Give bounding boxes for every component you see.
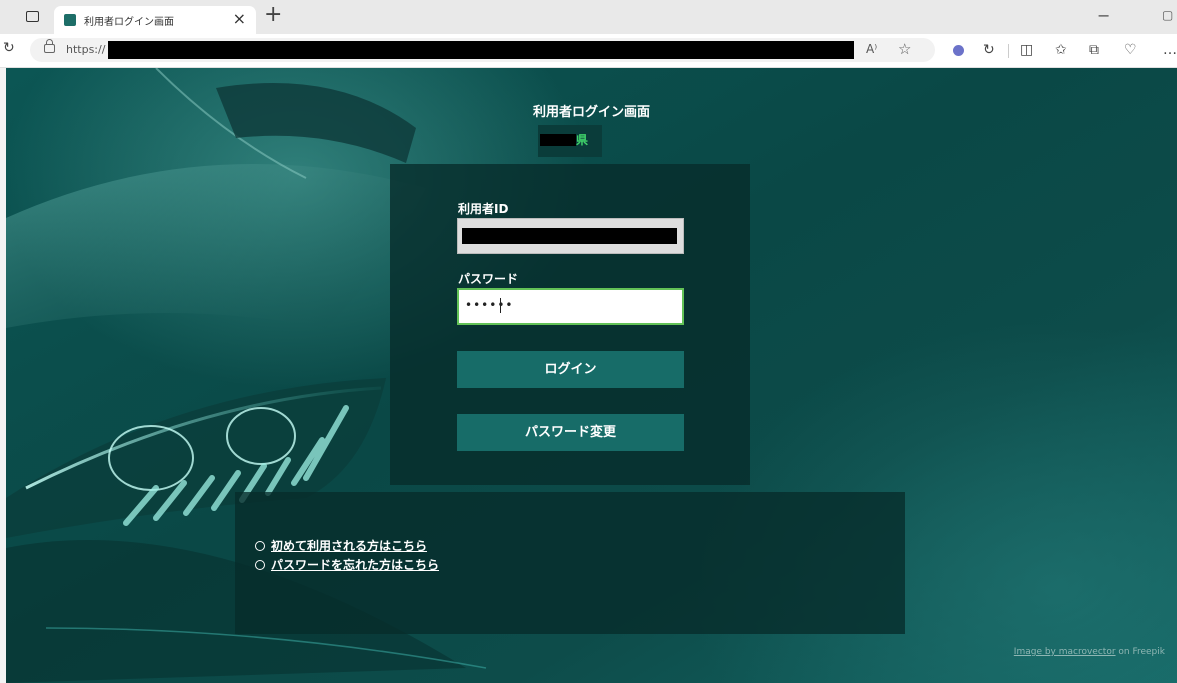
tab-close-icon[interactable]: × bbox=[233, 9, 246, 28]
restore-icon[interactable]: ▢ bbox=[1162, 8, 1173, 22]
prefecture-badge: 県 bbox=[538, 125, 602, 157]
prefecture-label: 県 bbox=[576, 133, 589, 147]
toolbar-separator bbox=[1008, 44, 1009, 58]
favorite-star-icon[interactable]: ☆ bbox=[898, 40, 911, 58]
read-aloud-icon[interactable]: A⁾ bbox=[866, 42, 877, 56]
login-page: 利用者ログイン画面 県 利用者ID パスワード •••••• ログイン パスワー… bbox=[6, 68, 1177, 683]
image-credit-suffix: on Freepik bbox=[1115, 647, 1165, 657]
browser-tab[interactable]: 利用者ログイン画面 × bbox=[54, 6, 256, 34]
password-value: •••••• bbox=[465, 298, 514, 312]
circle-bullet-icon bbox=[255, 541, 265, 551]
lock-icon[interactable] bbox=[44, 39, 55, 53]
collections-icon[interactable]: ⧉ bbox=[1089, 41, 1099, 59]
login-form-panel: 利用者ID パスワード •••••• ログイン パスワード変更 bbox=[390, 164, 750, 485]
more-icon[interactable]: … bbox=[1163, 41, 1177, 59]
browser-tab-bar: 利用者ログイン画面 × + − ▢ bbox=[0, 0, 1177, 34]
change-password-button[interactable]: パスワード変更 bbox=[457, 414, 684, 451]
first-time-link-row: 初めて利用される方はこちら bbox=[255, 537, 427, 554]
userid-redaction bbox=[462, 228, 677, 244]
userid-input[interactable] bbox=[457, 218, 684, 254]
new-tab-icon[interactable]: + bbox=[264, 2, 282, 27]
forgot-password-link[interactable]: パスワードを忘れた方はこちら bbox=[271, 558, 439, 572]
login-button[interactable]: ログイン bbox=[457, 351, 684, 388]
tab-title: 利用者ログイン画面 bbox=[84, 17, 174, 28]
forgot-password-link-row: パスワードを忘れた方はこちら bbox=[255, 556, 439, 573]
password-input[interactable]: •••••• bbox=[457, 288, 684, 325]
browser-essentials-icon[interactable]: ♡ bbox=[1124, 41, 1137, 59]
circle-bullet-icon bbox=[255, 560, 265, 570]
prefecture-redaction bbox=[540, 134, 576, 146]
refresh-icon[interactable]: ↻ bbox=[3, 40, 15, 56]
address-bar[interactable]: https:// A⁾ ☆ bbox=[30, 38, 935, 62]
password-label: パスワード bbox=[458, 272, 519, 286]
refresh-page-icon[interactable]: ↻ bbox=[983, 41, 995, 59]
site-favicon-icon bbox=[64, 14, 76, 26]
text-caret bbox=[500, 298, 501, 313]
split-screen-icon[interactable]: ◫ bbox=[1020, 41, 1033, 59]
extension-icon[interactable] bbox=[953, 45, 964, 56]
userid-label: 利用者ID bbox=[458, 202, 509, 216]
first-time-link[interactable]: 初めて利用される方はこちら bbox=[271, 539, 427, 553]
page-title: 利用者ログイン画面 bbox=[532, 105, 650, 120]
url-text: https:// bbox=[66, 43, 106, 56]
minimize-icon[interactable]: − bbox=[1097, 6, 1110, 25]
tab-actions-icon[interactable] bbox=[26, 11, 39, 22]
image-credit-link[interactable]: Image by macrovector bbox=[1014, 647, 1116, 657]
url-redaction bbox=[108, 41, 854, 59]
address-bar-row: ↻ https:// A⁾ ☆ ↻ ◫ ✩ ⧉ ♡ … bbox=[0, 34, 1177, 68]
image-credit: Image by macrovector on Freepik bbox=[1014, 647, 1165, 657]
favorites-icon[interactable]: ✩ bbox=[1055, 41, 1067, 59]
help-links-panel: 初めて利用される方はこちら パスワードを忘れた方はこちら bbox=[235, 492, 905, 634]
